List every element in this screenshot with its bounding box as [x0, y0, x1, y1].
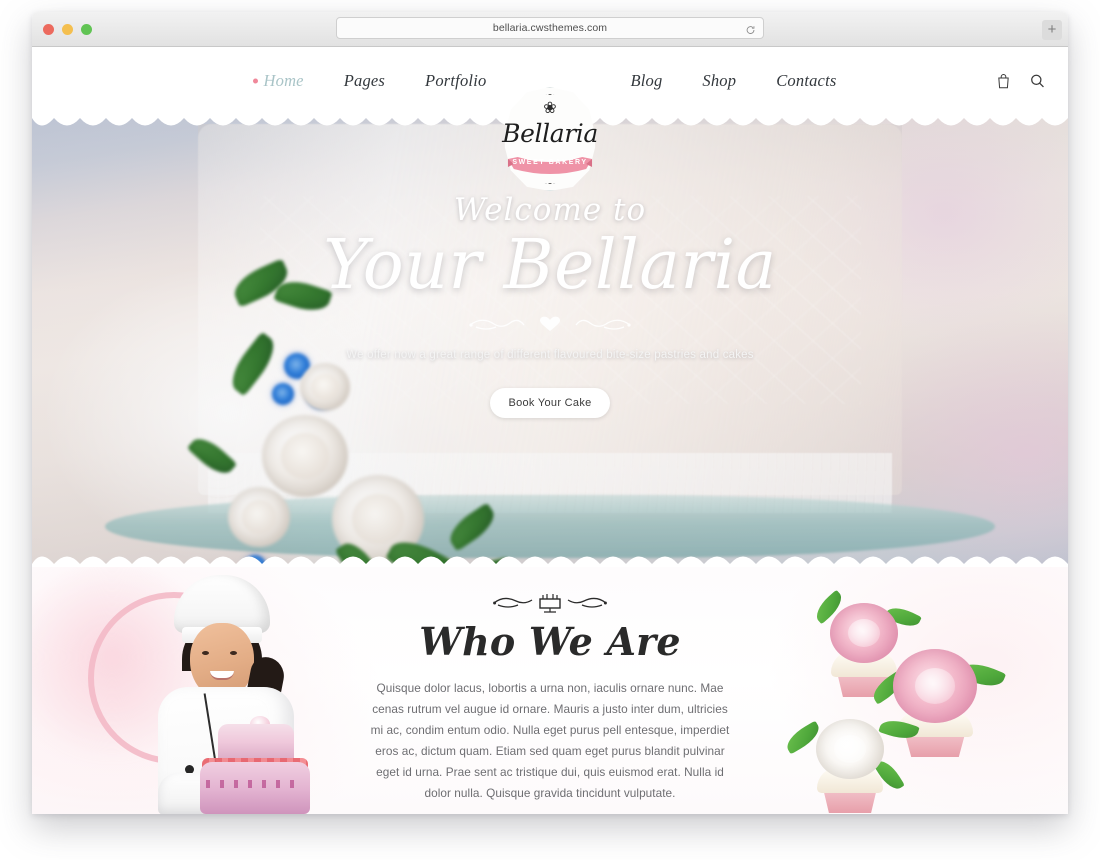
- logo-ribbon-text: SWEET BAKERY: [512, 159, 588, 166]
- header-tools: [995, 73, 1046, 90]
- nav-group-left: Home Pages Portfolio: [264, 71, 487, 91]
- cake-ornament-icon: [490, 589, 610, 615]
- logo-name-text: Bellaria: [502, 119, 598, 148]
- site-logo[interactable]: ❀ Bellaria SWEET BAKERY: [502, 87, 598, 191]
- cupcakes-photo: [782, 573, 1022, 814]
- browser-chrome: bellaria.cwsthemes.com +: [32, 12, 1068, 47]
- hero-title: Your Bellaria: [323, 226, 777, 306]
- hero-eyebrow: Welcome to: [453, 192, 647, 228]
- nav-group-right: Blog Shop Contacts: [630, 71, 836, 91]
- heart-flourish-icon: [466, 313, 634, 335]
- address-bar[interactable]: bellaria.cwsthemes.com: [336, 17, 764, 39]
- decorated-cake-photo: [200, 716, 310, 814]
- close-window-button[interactable]: [43, 24, 54, 35]
- about-title: Who We Are: [419, 619, 681, 664]
- nav-item-contacts[interactable]: Contacts: [776, 71, 836, 91]
- cupcake-white: [782, 703, 920, 813]
- logo-swirl-icon: ❀: [543, 98, 557, 117]
- window-controls: [43, 24, 92, 35]
- book-your-cake-button[interactable]: Book Your Cake: [490, 388, 610, 419]
- nav-item-portfolio[interactable]: Portfolio: [425, 71, 486, 91]
- nav-item-home[interactable]: Home: [264, 71, 304, 91]
- about-content: Who We Are Quisque dolor lacus, lobortis…: [370, 589, 730, 814]
- url-text: bellaria.cwsthemes.com: [492, 22, 608, 34]
- website-viewport: Home Pages Portfolio Blog Shop Contacts: [32, 47, 1068, 814]
- hero-content: Welcome to Your Bellaria We offer now a …: [32, 192, 1068, 419]
- browser-window: bellaria.cwsthemes.com + Home Pages Port…: [32, 12, 1068, 814]
- about-paragraph: Quisque dolor lacus, lobortis a urna non…: [370, 680, 730, 800]
- reload-icon[interactable]: [745, 23, 756, 34]
- minimize-window-button[interactable]: [62, 24, 73, 35]
- search-icon[interactable]: [1029, 73, 1046, 90]
- hero-subtitle: We offer now a great range of different …: [346, 348, 754, 361]
- nav-item-shop[interactable]: Shop: [702, 71, 736, 91]
- shopping-bag-icon[interactable]: [995, 73, 1012, 90]
- about-section: Who We Are Quisque dolor lacus, lobortis…: [32, 567, 1068, 814]
- new-tab-button[interactable]: +: [1042, 20, 1062, 40]
- nav-item-blog[interactable]: Blog: [630, 71, 662, 91]
- maximize-window-button[interactable]: [81, 24, 92, 35]
- logo-ribbon: SWEET BAKERY: [506, 155, 594, 177]
- nav-item-pages[interactable]: Pages: [344, 71, 385, 91]
